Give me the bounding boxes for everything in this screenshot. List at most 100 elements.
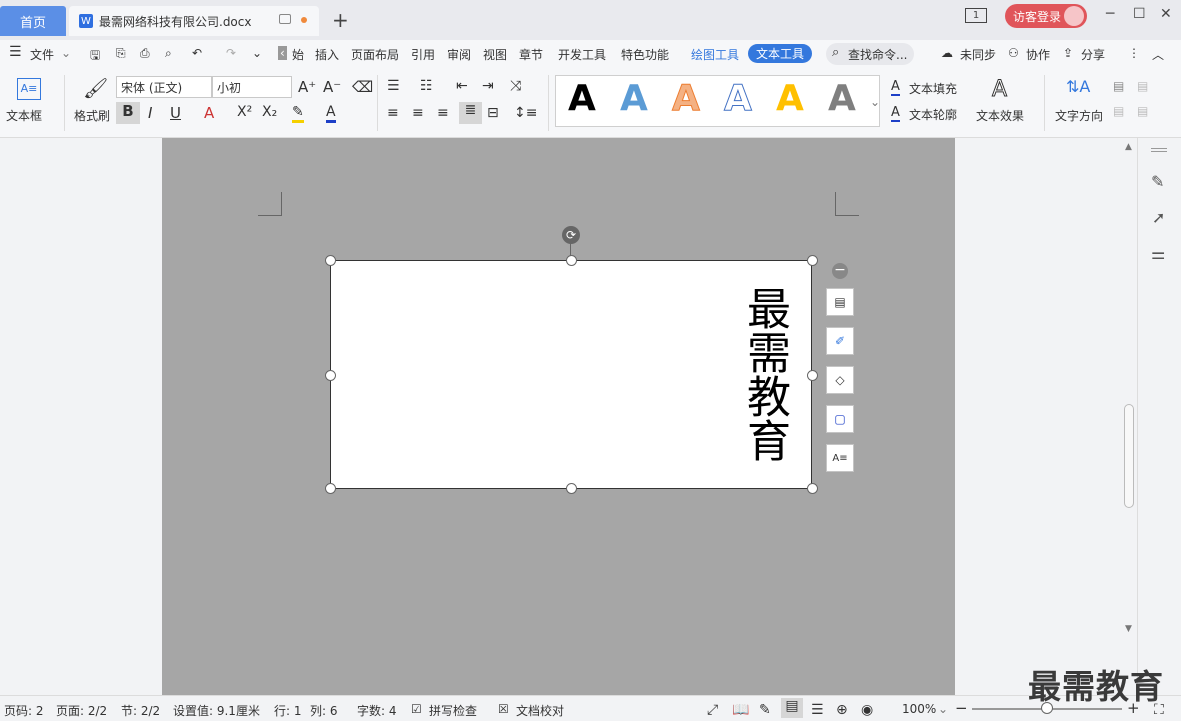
vertical-text[interactable]: 最需教育 [738, 262, 790, 486]
brush-icon[interactable]: ✐ [826, 327, 854, 355]
text-fill-icon[interactable]: A [891, 79, 900, 96]
strikethrough-button[interactable]: A [204, 104, 214, 122]
outline-view-icon[interactable]: ☰ [811, 702, 824, 718]
status-page[interactable]: 页面: 2/2 [56, 702, 107, 719]
collaborate-button[interactable]: 协作 [1026, 46, 1050, 63]
more-icon[interactable]: ⌄ [252, 46, 262, 60]
text-effect-button[interactable]: 文本效果 [976, 107, 1024, 124]
resize-handle[interactable] [325, 483, 336, 494]
tab-home[interactable]: 首页 [0, 6, 66, 36]
textbox-icon[interactable]: A≡ [17, 78, 41, 100]
menu-developer[interactable]: 开发工具 [558, 46, 606, 63]
format-painter-button[interactable]: 格式刷 [74, 107, 110, 124]
bold-button[interactable]: B [116, 102, 140, 124]
outline-icon[interactable]: ▢ [826, 405, 854, 433]
status-word-count[interactable]: 字数: 4 [357, 702, 397, 719]
scroll-thumb[interactable] [1124, 404, 1134, 508]
numbering-icon[interactable]: ☷ [420, 78, 433, 94]
break-link-icon[interactable]: ▤ [1113, 104, 1124, 118]
preview-icon[interactable]: ⌕ [165, 46, 172, 61]
redo-icon[interactable]: ↷ [226, 46, 236, 60]
resize-handle[interactable] [807, 483, 818, 494]
subscript-button[interactable]: X₂ [262, 104, 277, 120]
print-icon[interactable]: ⎙ [140, 46, 150, 61]
proofread-button[interactable]: 文档校对 [516, 702, 564, 719]
export-icon[interactable]: ⎘ [116, 46, 126, 61]
resize-handle[interactable] [807, 370, 818, 381]
settings-slider-icon[interactable]: ⚌ [1151, 244, 1165, 263]
text-direction-icon[interactable]: ⇅A [1066, 77, 1090, 96]
scroll-down-icon[interactable]: ▼ [1125, 624, 1132, 634]
new-tab-button[interactable]: + [332, 8, 349, 32]
menu-view[interactable]: 视图 [483, 46, 507, 63]
style-orange-outline[interactable]: A [672, 78, 701, 120]
format-painter-icon[interactable]: 🖌 [83, 76, 108, 100]
fullscreen-icon[interactable]: ⤢ [707, 702, 718, 718]
menu-drawing-tools[interactable]: 绘图工具 [691, 46, 739, 63]
menu-insert[interactable]: 插入 [315, 46, 339, 63]
justify-icon[interactable]: ≣ [459, 102, 482, 124]
line-spacing-icon[interactable]: ↕≡ [514, 105, 537, 121]
align-left-icon[interactable]: ≡ [387, 105, 399, 121]
page-indicator[interactable]: 1 [965, 8, 987, 23]
fill-icon[interactable]: ◇ [826, 366, 854, 394]
scroll-up-icon[interactable]: ▲ [1125, 142, 1132, 152]
resize-handle[interactable] [566, 483, 577, 494]
rotate-icon[interactable]: ⟳ [562, 226, 580, 244]
web-view-icon[interactable]: ⊕ [836, 702, 848, 718]
resize-handle[interactable] [807, 255, 818, 266]
font-color-icon[interactable]: A [326, 104, 336, 123]
style-blue-outline[interactable]: A [724, 78, 753, 120]
share-button[interactable]: 分享 [1081, 46, 1105, 63]
clear-format-icon[interactable]: ⌫ [352, 78, 373, 96]
style-gold[interactable]: A [776, 78, 804, 119]
zoom-out-icon[interactable]: − [955, 699, 968, 717]
text-direction-button[interactable]: 文字方向 [1055, 107, 1103, 124]
login-button[interactable]: 访客登录 [1005, 4, 1087, 28]
undo-icon[interactable]: ↶ [192, 46, 202, 60]
chevron-down-icon[interactable]: ⌄ [61, 46, 71, 60]
menu-start[interactable]: 始 [292, 46, 304, 63]
resize-handle[interactable] [325, 370, 336, 381]
cursor-icon[interactable]: ➚ [1152, 208, 1165, 227]
link-text-icon[interactable]: ▤ [1137, 79, 1148, 93]
menu-chapter[interactable]: 章节 [519, 46, 543, 63]
menu-reference[interactable]: 引用 [411, 46, 435, 63]
close-button[interactable]: ✕ [1160, 6, 1172, 22]
zoom-dropdown-icon[interactable]: ⌄ [938, 702, 948, 716]
save-icon[interactable]: 🖫 [90, 46, 100, 67]
italic-button[interactable]: I [148, 104, 152, 122]
status-row[interactable]: 行: 1 [274, 702, 302, 719]
resize-handle[interactable] [325, 255, 336, 266]
edit-icon[interactable]: ✎ [1151, 172, 1164, 191]
text-outline-button[interactable]: 文本轮廓 [909, 106, 957, 123]
menu-review[interactable]: 审阅 [447, 46, 471, 63]
textbox-button[interactable]: 文本框 [6, 107, 42, 124]
kebab-icon[interactable]: ⋮ [1128, 46, 1140, 60]
wrap-text-icon[interactable]: ▤ [1137, 104, 1148, 118]
maximize-button[interactable]: ☐ [1133, 6, 1146, 22]
font-size-select[interactable]: 小初 [212, 76, 292, 98]
collapse-ribbon-icon[interactable]: ︿ [1152, 46, 1164, 63]
align-right-icon[interactable]: ≡ [437, 105, 449, 121]
align-center-icon[interactable]: ≡ [412, 105, 424, 121]
read-mode-icon[interactable]: 📖 [732, 702, 749, 718]
decrease-indent-icon[interactable]: ⇤ [456, 78, 468, 94]
status-col[interactable]: 列: 6 [310, 702, 338, 719]
text-effect-icon[interactable]: A [991, 77, 1007, 103]
zoom-level[interactable]: 100% [902, 702, 936, 716]
distribute-icon[interactable]: ⊟ [487, 105, 499, 121]
collapse-left-icon[interactable]: ‹ [278, 46, 287, 60]
eye-protect-icon[interactable]: ◉ [861, 702, 873, 718]
style-blue[interactable]: A [620, 78, 648, 119]
text-fill-button[interactable]: 文本填充 [909, 80, 957, 97]
spellcheck-button[interactable]: 拼写检查 [429, 702, 477, 719]
bullets-icon[interactable]: ☰ [387, 78, 400, 94]
hamburger-icon[interactable]: ☰ [9, 44, 22, 60]
highlight-icon[interactable]: ✎ [292, 104, 304, 123]
text-outline-icon[interactable]: A [891, 105, 900, 122]
gallery-more-icon[interactable]: ⌄ [870, 95, 880, 109]
text-format-icon[interactable]: A≡ [826, 444, 854, 472]
grow-font-icon[interactable]: A⁺ [298, 78, 316, 96]
layout-options-icon[interactable]: ▤ [826, 288, 854, 316]
